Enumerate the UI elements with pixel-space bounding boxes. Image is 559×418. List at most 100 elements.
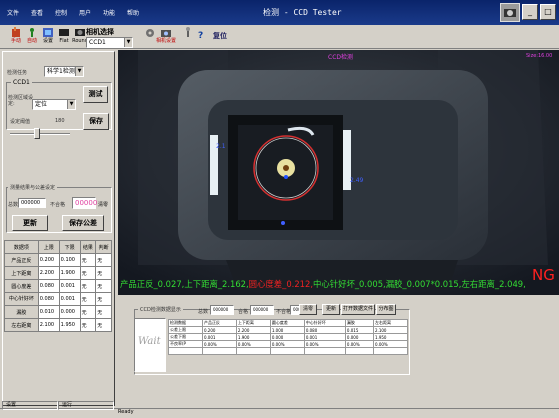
upper-limit-cell[interactable]: 0.080 — [37, 279, 60, 293]
task-select[interactable]: 科学1检测 ▼ — [44, 66, 84, 77]
upper-limit-cell[interactable]: 2.200 — [37, 266, 60, 280]
col-header: 下限 — [58, 240, 81, 254]
clear-button[interactable]: 清零 — [98, 201, 108, 208]
clear-button-2[interactable]: 清零 — [299, 304, 317, 315]
open-data-file-button[interactable]: 打开数据文件 — [341, 304, 375, 315]
menu-view[interactable]: 查看 — [28, 8, 46, 19]
row-header: 圆心度差 — [4, 279, 39, 293]
round-icon — [75, 29, 85, 36]
empty-cell — [235, 347, 271, 355]
judge-cell: 无 — [95, 279, 112, 293]
region-select[interactable]: 定位 ▼ — [32, 99, 76, 110]
upper-limit-cell[interactable]: 0.010 — [37, 305, 60, 319]
camera-image: 2.1 — [118, 50, 559, 295]
lower-limit-cell[interactable]: 0.000 — [58, 305, 81, 319]
camera-view[interactable]: 2.1 CCD检测 Size:16.00 2.49 NG 产品正反_0.027,… — [118, 50, 559, 295]
stats-group-title: 测量结果与公差设定 — [8, 184, 58, 191]
table-cell: 1.900 — [235, 333, 271, 341]
threshold-label: 设定阈值 — [10, 119, 31, 125]
menu-help[interactable]: 帮助 — [124, 8, 142, 19]
reset-label: 复位 — [213, 32, 227, 40]
ccd-group-title: CCD1 — [11, 79, 32, 86]
table-cell: 0.00% — [201, 340, 237, 348]
threshold-slider-track[interactable] — [10, 133, 70, 135]
col-header: 左右距离 — [373, 319, 408, 327]
help-button[interactable]: ? — [198, 31, 203, 41]
tool-button-2[interactable] — [180, 27, 196, 47]
table-cell: 0.000 — [269, 333, 305, 341]
distribution-button[interactable]: 分布图 — [376, 304, 396, 315]
corner-label: Size:16.00 — [526, 53, 553, 59]
camera-settings-label: 相机设置 — [155, 38, 176, 44]
total-value: 000000 — [18, 198, 46, 208]
update-button[interactable]: 更新 — [12, 215, 48, 231]
row-header: 中心针好坏 — [4, 292, 39, 306]
empty-cell — [373, 347, 408, 355]
col-header: 产品正反 — [201, 319, 237, 327]
table-row: 左右距离 2.100 1.950 无 无 — [4, 318, 112, 332]
lower-limit-cell[interactable]: 0.100 — [58, 253, 81, 267]
col-header: 上限 — [37, 240, 60, 254]
table-cell: 0.00% — [344, 340, 375, 348]
lower-limit-cell[interactable]: 1.900 — [58, 266, 81, 280]
table-cell: 0.001 — [303, 333, 346, 341]
camera-select[interactable]: CCD1 ▼ — [86, 37, 133, 48]
empty-cell — [303, 347, 346, 355]
table-row: 产品正反 0.200 0.100 无 无 — [4, 253, 112, 267]
table-cell: 2.100 — [373, 326, 408, 334]
upper-limit-cell[interactable]: 0.200 — [37, 253, 60, 267]
chevron-down-icon: ▼ — [75, 67, 83, 76]
update-button-2[interactable]: 更新 — [322, 304, 340, 315]
empty-cell — [269, 347, 305, 355]
col-header: 数据项 — [4, 240, 39, 254]
result-cell: 无 — [79, 305, 97, 319]
empty-cell — [168, 347, 203, 355]
maximize-button[interactable]: □ — [540, 4, 556, 20]
menu-control[interactable]: 控制 — [52, 8, 70, 19]
svg-text:2.1: 2.1 — [216, 143, 226, 150]
lower-limit-cell[interactable]: 1.950 — [58, 318, 81, 332]
result-cell: 无 — [79, 266, 97, 280]
menu-file[interactable]: 文件 — [4, 8, 22, 19]
lower-limit-cell[interactable]: 0.001 — [58, 279, 81, 293]
menu-user[interactable]: 用户 — [76, 8, 94, 19]
col-header: 检测数据 — [168, 319, 203, 327]
ng-label: 不合格 — [50, 202, 66, 208]
save-button[interactable]: 保存 — [83, 113, 109, 130]
ok-label: 合格 — [238, 309, 249, 315]
window-title: 检测 - CCD Tester — [263, 8, 342, 17]
reset-button[interactable]: 复位 — [208, 27, 232, 47]
upper-limit-cell[interactable]: 2.100 — [37, 318, 60, 332]
upper-limit-cell[interactable]: 0.080 — [37, 292, 60, 306]
empty-cell — [344, 347, 375, 355]
table-cell: 1.950 — [373, 333, 408, 341]
task-label: 检测任务 — [7, 70, 28, 76]
ng-value: 00000 — [72, 197, 97, 209]
result-cell: 无 — [79, 318, 97, 332]
test-button[interactable]: 测试 — [83, 86, 108, 103]
threshold-slider-thumb[interactable] — [34, 128, 40, 139]
lower-limit-cell[interactable]: 0.001 — [58, 292, 81, 306]
result-cell: 无 — [79, 253, 97, 267]
table-cell: 0.00% — [235, 340, 271, 348]
total-label-2: 总数 — [198, 309, 209, 315]
row-header: 上下距离 — [4, 266, 39, 280]
wrench-icon — [186, 27, 190, 37]
tolerance-table: 数据项 上限 下限 结果 判断 产品正反 0.200 0.100 无 无 上下距… — [4, 240, 112, 332]
data-group-title: CCD检测数据显示 — [138, 306, 183, 313]
col-header: 漏胶 — [344, 319, 375, 327]
result-cell: 无 — [79, 292, 97, 306]
table-row: 公差上限 0.200 2.200 1.000 0.080 0.015 2.100 — [168, 326, 408, 334]
minimize-button[interactable]: _ — [522, 4, 538, 20]
camera-select-value: CCD1 — [89, 39, 106, 46]
judge-cell: 无 — [95, 292, 112, 306]
table-row: 漏胶 0.010 0.000 无 无 — [4, 305, 112, 319]
camera-settings-button[interactable]: 相机设置 — [152, 27, 180, 47]
row-header: 不良率(P — [168, 340, 203, 348]
save-tolerance-button[interactable]: 保存公差 — [62, 215, 104, 231]
row-header: 漏胶 — [4, 305, 39, 319]
table-cell: 0.00% — [303, 340, 346, 348]
measurement-overlay: 产品正反_0.027,上下距离_2.162,圆心度差_0.212,中心针好坏_0… — [120, 278, 526, 290]
menu-function[interactable]: 功能 — [100, 8, 118, 19]
overlay-glue: 漏胶_0.007*0.015, — [385, 279, 462, 289]
